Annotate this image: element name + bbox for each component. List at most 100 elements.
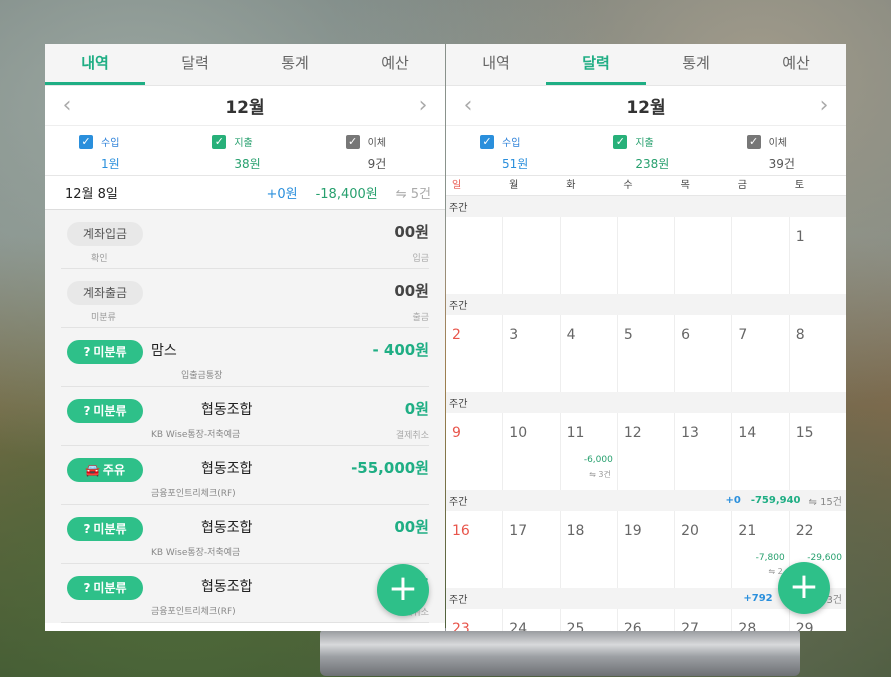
day-header: 12월 8일 +0원 -18,400원 ⇋ 5건 <box>45 176 445 210</box>
calendar-day[interactable]: 12 <box>618 413 676 490</box>
add-transaction-button[interactable]: + <box>377 564 429 616</box>
day-expense: -6,000 <box>583 455 613 465</box>
chevron-right-icon[interactable]: › <box>413 93 433 118</box>
category-pill[interactable]: 계좌출금 <box>67 281 143 305</box>
day-number: 5 <box>623 327 633 343</box>
expense-summary[interactable]: ✓ 지출 38원 <box>178 126 311 175</box>
category-pill[interactable]: 계좌입금 <box>67 222 143 246</box>
calendar-day[interactable] <box>561 217 618 294</box>
calendar-day[interactable]: 13 <box>675 413 733 490</box>
calendar-day[interactable]: 3 <box>503 315 561 392</box>
day-number: 29 <box>795 621 814 631</box>
category-pill[interactable]: 🚘 주유 <box>67 458 143 482</box>
tab-budget[interactable]: 예산 <box>746 44 846 85</box>
day-date: 12월 8일 <box>65 187 118 202</box>
expense-summary[interactable]: ✓ 지출 238원 <box>579 126 712 175</box>
calendar-day[interactable]: 18 <box>561 511 618 588</box>
calendar-day[interactable]: 24 <box>503 609 561 631</box>
calendar-day[interactable] <box>675 217 733 294</box>
transaction-row[interactable]: ? 미분류 협동조합 KB Wise통장-저축예금 00원 <box>61 505 429 564</box>
income-label: 수입 <box>502 138 521 149</box>
transaction-row[interactable]: ? 미분류 협동조합 KB Wise통장-저축예금 0원 결제취소 <box>61 387 429 446</box>
calendar-day[interactable]: 20 <box>675 511 733 588</box>
calendar-day[interactable]: 17 <box>503 511 561 588</box>
transaction-row[interactable]: 🚘 주유 협동조합 금융포인트리체크(RF) -55,000원 <box>61 446 429 505</box>
calendar-day[interactable] <box>618 217 676 294</box>
category-pill[interactable]: ? 미분류 <box>67 517 143 541</box>
calendar-day[interactable]: 28 <box>732 609 790 631</box>
tab-statistics[interactable]: 통계 <box>646 44 746 85</box>
checkbox-icon[interactable]: ✓ <box>613 134 628 149</box>
transfer-summary[interactable]: ✓ 이체 9건 <box>312 126 445 175</box>
chevron-left-icon[interactable]: ‹ <box>57 93 77 118</box>
calendar-day[interactable]: 16 <box>446 511 504 588</box>
week-row: 9 10 11 -6,000 ⇋ 3건 12 13 14 15 <box>446 413 846 490</box>
income-label: 수입 <box>101 138 120 149</box>
tab-calendar[interactable]: 달력 <box>546 44 646 85</box>
category-pill[interactable]: ? 미분류 <box>67 576 143 600</box>
income-summary[interactable]: ✓ 수입 51원 <box>446 126 579 175</box>
category-icon: ? <box>83 345 91 359</box>
week-label: 주간 <box>449 497 468 508</box>
day-number: 1 <box>795 229 805 245</box>
transaction-row[interactable]: ? 미분류 맘스 입출금통장 - 400원 <box>61 328 429 387</box>
category-pill[interactable]: ? 미분류 <box>67 340 143 364</box>
calendar-day[interactable]: 19 <box>618 511 676 588</box>
checkbox-icon[interactable]: ✓ <box>480 134 494 149</box>
category-pill[interactable]: ? 미분류 <box>67 399 143 423</box>
transfer-label: 이체 <box>367 138 387 149</box>
tab-calendar[interactable]: 달력 <box>145 44 245 85</box>
calendar-day[interactable]: 23 <box>446 609 504 631</box>
calendar-day[interactable] <box>446 217 504 294</box>
transaction-row[interactable]: 계좌입금 확인 00원 입금 <box>61 210 429 269</box>
account-name: 금융포인트리체크(RF) <box>151 607 236 617</box>
checkbox-icon[interactable]: ✓ <box>345 134 360 149</box>
calendar-day[interactable]: 15 <box>790 413 846 490</box>
checkbox-icon[interactable]: ✓ <box>212 134 227 149</box>
transaction-row[interactable]: 계좌출금 미분류 00원 출금 <box>61 269 429 328</box>
add-transaction-button[interactable]: + <box>778 562 830 614</box>
calendar-day[interactable]: 5 <box>618 315 676 392</box>
calendar-day[interactable]: 4 <box>561 315 618 392</box>
calendar-day[interactable]: 8 <box>790 315 846 392</box>
calendar-day[interactable] <box>732 217 790 294</box>
transfer-label: 이체 <box>768 138 788 149</box>
day-expense: -7,800 <box>755 553 785 563</box>
chevron-right-icon[interactable]: › <box>814 93 834 118</box>
day-transfer-count: ⇋ 5건 <box>395 187 431 202</box>
calendar-day[interactable]: 9 <box>446 413 504 490</box>
tab-statistics[interactable]: 통계 <box>245 44 345 85</box>
transaction-amount: 00원 <box>394 223 429 241</box>
week-summary: 주간 <box>446 294 846 315</box>
tab-history[interactable]: 내역 <box>446 44 546 85</box>
calendar-day[interactable]: 1 <box>790 217 846 294</box>
day-number: 16 <box>452 523 470 539</box>
chevron-left-icon[interactable]: ‹ <box>458 93 478 118</box>
transfer-summary[interactable]: ✓ 이체 39건 <box>713 126 846 175</box>
transaction-row[interactable]: ?미분류협동조합금융포인트리체크(RF)6결제취소 <box>61 564 429 623</box>
merchant-name: 협동조합 <box>201 579 253 595</box>
calendar-day[interactable]: 10 <box>503 413 561 490</box>
week-row: 23 24 25 26 27 28 29 <box>446 609 846 631</box>
category-sub: 미분류 <box>91 313 116 323</box>
calendar-day[interactable]: 14 <box>732 413 790 490</box>
checkbox-icon[interactable]: ✓ <box>79 134 93 149</box>
calendar-day[interactable]: 27 <box>675 609 733 631</box>
calendar-day[interactable]: 26 <box>618 609 676 631</box>
category-label: 주유 <box>102 463 126 477</box>
calendar-day[interactable]: 11 -6,000 ⇋ 3건 <box>561 413 618 490</box>
day-number: 17 <box>509 523 528 539</box>
checkbox-icon[interactable]: ✓ <box>746 134 761 149</box>
income-summary[interactable]: ✓ 수입 1원 <box>45 126 178 175</box>
calendar-day[interactable]: 25 <box>561 609 618 631</box>
tab-history[interactable]: 내역 <box>45 44 145 85</box>
tab-budget[interactable]: 예산 <box>345 44 445 85</box>
calendar-day[interactable]: 7 <box>732 315 790 392</box>
calendar-day[interactable]: 6 <box>675 315 733 392</box>
account-name: KB Wise통장-저축예금 <box>151 430 241 440</box>
calendar-day[interactable]: 2 <box>446 315 504 392</box>
day-number: 11 <box>566 425 585 441</box>
transaction-amount: 00원 <box>394 518 429 536</box>
calendar-day[interactable] <box>503 217 561 294</box>
month-title: 12월 <box>225 98 265 118</box>
